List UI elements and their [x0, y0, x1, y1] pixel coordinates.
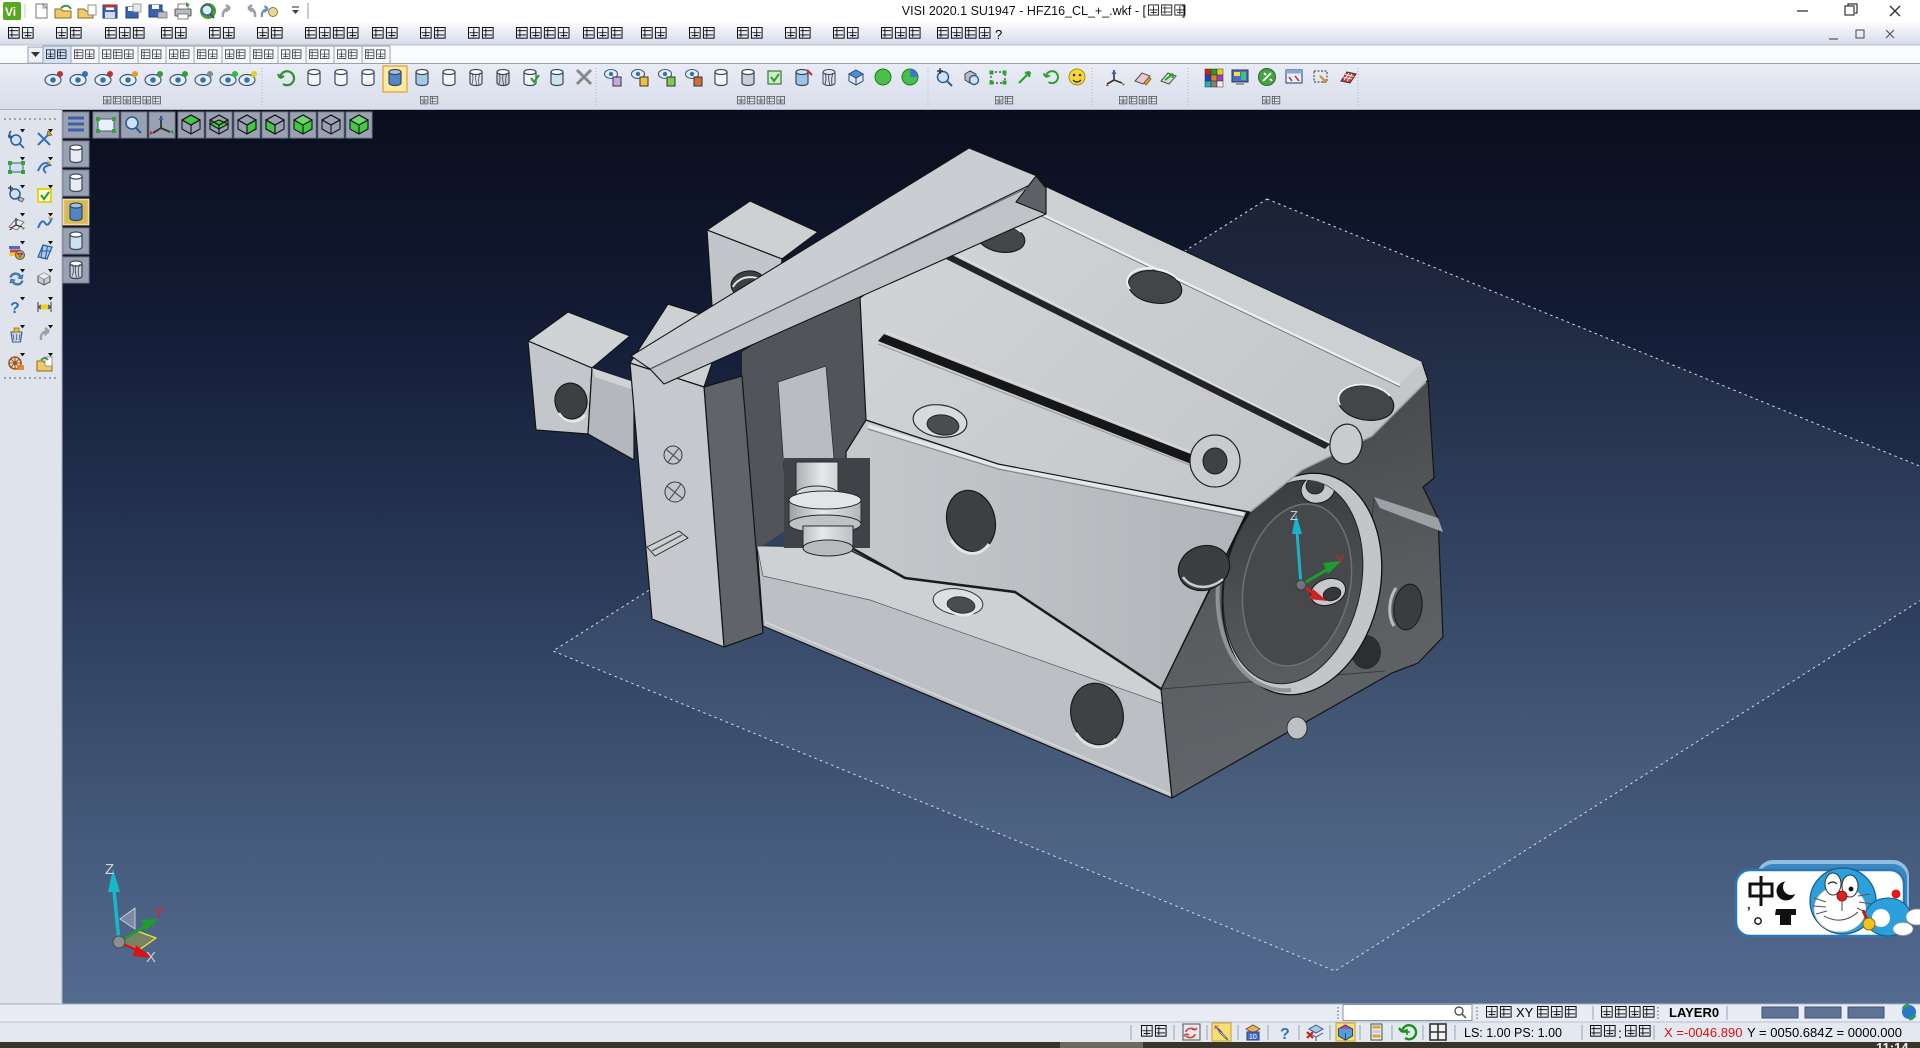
svg-text:X =-0046.890: X =-0046.890: [1664, 1025, 1742, 1040]
svg-text:X: X: [146, 949, 156, 966]
svg-text:?: ?: [995, 27, 1002, 42]
svg-text:10: 10: [1249, 1034, 1257, 1041]
svg-text:Z = 0000.000: Z = 0000.000: [1825, 1025, 1902, 1040]
svg-text:Z: Z: [105, 861, 114, 878]
svg-text:?: ?: [10, 300, 20, 317]
svg-text:LAYER0: LAYER0: [1669, 1005, 1719, 1020]
svg-text:VISI 2020.1 SU1947 - HFZ16_CL_: VISI 2020.1 SU1947 - HFZ16_CL_+_.wkf - [: [902, 4, 1147, 18]
svg-text:11:14: 11:14: [1876, 1040, 1909, 1048]
svg-text::: :: [1618, 1025, 1622, 1041]
svg-text:Z: Z: [1290, 508, 1298, 523]
svg-text:Vi: Vi: [5, 5, 16, 19]
svg-text:Y: Y: [1336, 552, 1345, 567]
svg-text:?: ?: [1280, 1026, 1290, 1043]
svg-text:Y: Y: [154, 904, 164, 921]
svg-text:Y = 0050.684: Y = 0050.684: [1747, 1025, 1824, 1040]
svg-text:’: ’: [1747, 904, 1751, 919]
svg-text:XY: XY: [1516, 1005, 1534, 1020]
svg-text:]: ]: [1182, 4, 1185, 18]
svg-text:LS: 1.00 PS: 1.00: LS: 1.00 PS: 1.00: [1464, 1026, 1562, 1040]
